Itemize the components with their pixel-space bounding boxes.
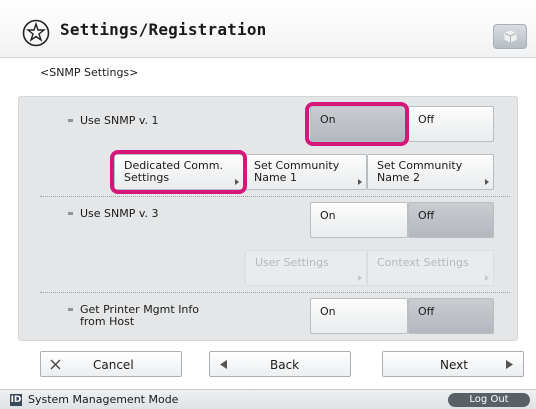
back-label: Back xyxy=(270,358,300,372)
close-icon xyxy=(50,359,61,370)
help-button[interactable] xyxy=(493,24,527,49)
divider xyxy=(40,196,510,197)
id-badge-icon: ID xyxy=(10,394,22,406)
printer-mgmt-off-label: Off xyxy=(418,305,435,318)
community2-line2: Name 2 xyxy=(377,171,420,184)
cancel-label: Cancel xyxy=(93,358,134,372)
snmp-v3-on-button[interactable]: On xyxy=(310,202,408,238)
back-button[interactable]: Back xyxy=(209,351,351,377)
settings-gear-star-icon xyxy=(22,19,50,47)
page-title: Settings/Registration xyxy=(60,20,267,39)
chevron-right-icon xyxy=(485,275,489,281)
logout-button[interactable]: Log Out xyxy=(448,393,530,407)
printer-mgmt-on-label: On xyxy=(320,305,336,318)
printer-mgmt-label: Get Printer Mgmt Info from Host xyxy=(67,304,199,328)
highlight-on-callout xyxy=(305,102,409,146)
next-label: Next xyxy=(440,358,468,372)
highlight-dedicated-callout xyxy=(110,150,247,194)
chevron-right-icon xyxy=(485,179,489,185)
next-button[interactable]: Next xyxy=(382,351,524,377)
set-community-name-2-button[interactable]: Set Community Name 2 xyxy=(367,154,494,190)
printer-mgmt-line2: from Host xyxy=(80,315,135,328)
snmp-v1-off-button[interactable]: Off xyxy=(408,106,494,142)
arrow-right-icon xyxy=(506,360,513,369)
user-settings-label: User Settings xyxy=(255,256,329,269)
system-mode-text: System Management Mode xyxy=(28,393,179,406)
snmp-v3-off-label: Off xyxy=(418,209,435,222)
user-settings-button[interactable]: User Settings xyxy=(245,250,367,286)
set-community-name-1-button[interactable]: Set Community Name 1 xyxy=(245,154,367,190)
cube-icon xyxy=(504,30,517,43)
snmp-v1-label: Use SNMP v. 1 xyxy=(68,114,159,127)
snmp-v1-off-label: Off xyxy=(418,113,435,126)
chevron-right-icon xyxy=(358,179,362,185)
status-bar: ID System Management Mode Log Out xyxy=(0,389,536,409)
context-settings-button[interactable]: Context Settings xyxy=(367,250,494,286)
breadcrumb: <SNMP Settings> xyxy=(40,66,139,79)
snmp-v3-on-label: On xyxy=(320,209,336,222)
chevron-right-icon xyxy=(358,275,362,281)
logout-label: Log Out xyxy=(469,394,509,405)
printer-mgmt-off-button[interactable]: Off xyxy=(408,298,494,334)
divider xyxy=(40,292,510,293)
context-settings-label: Context Settings xyxy=(377,256,469,269)
cancel-button[interactable]: Cancel xyxy=(40,351,182,377)
snmp-v3-off-button[interactable]: Off xyxy=(408,202,494,238)
snmp-v3-label: Use SNMP v. 3 xyxy=(68,207,159,220)
printer-mgmt-on-button[interactable]: On xyxy=(310,298,408,334)
community1-line2: Name 1 xyxy=(254,171,297,184)
title-bar: Settings/Registration xyxy=(0,0,536,58)
arrow-left-icon xyxy=(220,360,227,369)
